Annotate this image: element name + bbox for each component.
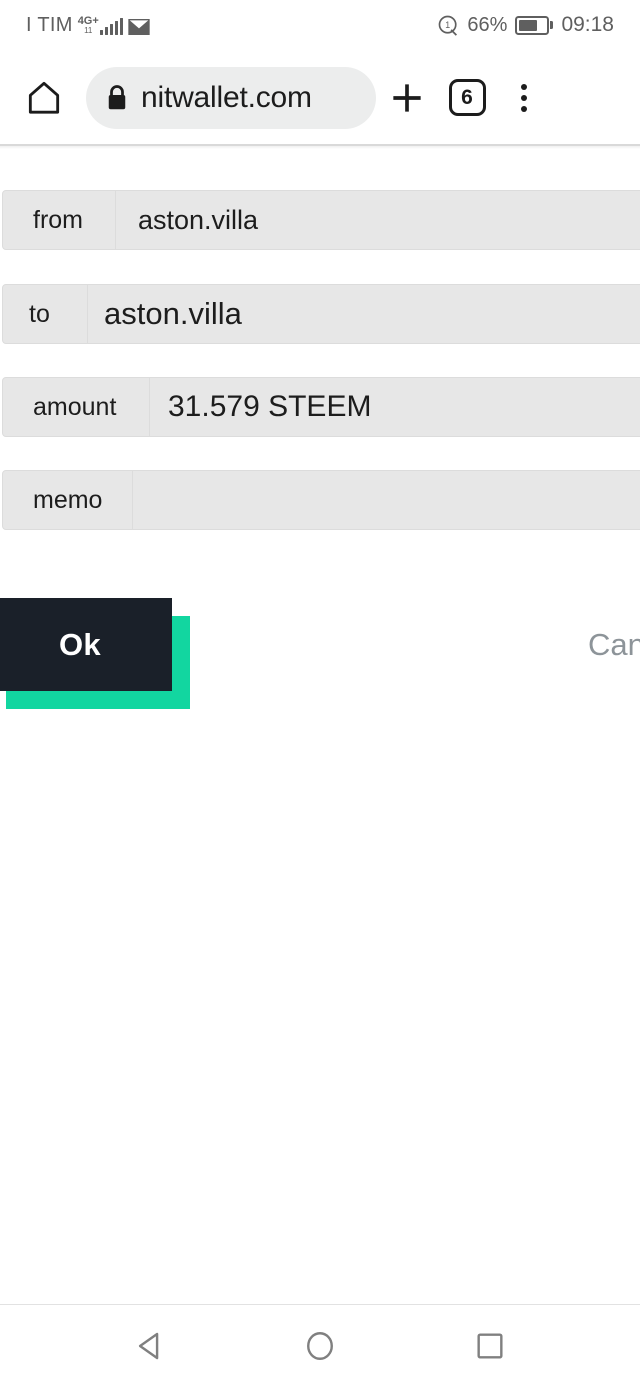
back-triangle-icon xyxy=(138,1332,159,1360)
field-row-memo: memo xyxy=(2,470,640,530)
home-icon xyxy=(28,81,60,114)
home-button[interactable] xyxy=(16,78,72,118)
browser-menu-button[interactable] xyxy=(496,83,552,112)
nav-recents-button[interactable] xyxy=(463,1319,517,1373)
field-label-from: from xyxy=(2,190,116,250)
url-bar[interactable]: nitwallet.com xyxy=(86,66,376,129)
url-text: nitwallet.com xyxy=(141,80,312,114)
field-value-from[interactable]: aston.villa xyxy=(116,190,640,250)
signal-bars-icon xyxy=(99,18,124,35)
field-value-to[interactable]: aston.villa xyxy=(88,284,640,344)
status-bar-left: I TIM 4G+ 11 xyxy=(26,15,150,35)
field-label-memo: memo xyxy=(2,470,133,530)
lock-icon xyxy=(108,84,126,109)
dialog-actions: Ok Can xyxy=(0,589,640,719)
svg-text:1: 1 xyxy=(446,20,451,30)
field-value-amount[interactable]: 31.579 STEEM xyxy=(150,377,640,437)
field-label-to: to xyxy=(2,284,88,344)
nav-back-button[interactable] xyxy=(123,1319,177,1373)
envelope-icon xyxy=(128,19,150,35)
network-indicator: 4G+ 11 xyxy=(78,16,124,35)
clock-label: 09:18 xyxy=(561,13,614,36)
battery-percent-label: 66% xyxy=(467,13,508,36)
tab-count-badge: 6 xyxy=(448,79,486,116)
ok-button[interactable]: Ok xyxy=(0,598,172,691)
android-nav-bar xyxy=(0,1304,640,1387)
field-value-memo[interactable] xyxy=(133,470,640,530)
do-not-disturb-icon: 1 xyxy=(439,15,458,36)
phone-screen: I TIM 4G+ 11 1 66% 09:18 nitwallet.com 6… xyxy=(0,0,640,1387)
nav-home-button[interactable] xyxy=(293,1319,347,1373)
field-row-amount: amount 31.579 STEEM xyxy=(2,377,640,437)
status-bar: I TIM 4G+ 11 1 66% 09:18 xyxy=(0,0,640,50)
field-row-from: from aston.villa xyxy=(2,190,640,250)
tab-switcher-button[interactable]: 6 xyxy=(438,79,496,116)
ok-button-wrapper: Ok xyxy=(0,598,190,709)
network-type-label: 4G+ 11 xyxy=(78,16,99,35)
status-bar-right: 1 66% 09:18 xyxy=(438,13,614,37)
more-vertical-icon xyxy=(521,83,527,90)
network-sub-text: 11 xyxy=(84,26,93,35)
battery-icon xyxy=(515,15,550,35)
home-circle-icon xyxy=(307,1332,333,1360)
field-row-to: to aston.villa xyxy=(2,284,640,344)
carrier-label: I TIM xyxy=(26,14,73,36)
plus-icon xyxy=(393,83,421,112)
cancel-button[interactable]: Can xyxy=(588,627,640,663)
recents-square-icon xyxy=(477,1333,503,1359)
page-content: from aston.villa to aston.villa amount 3… xyxy=(0,149,640,1304)
browser-toolbar: nitwallet.com 6 xyxy=(0,50,640,145)
field-label-amount: amount xyxy=(2,377,150,437)
new-tab-button[interactable] xyxy=(376,77,438,119)
